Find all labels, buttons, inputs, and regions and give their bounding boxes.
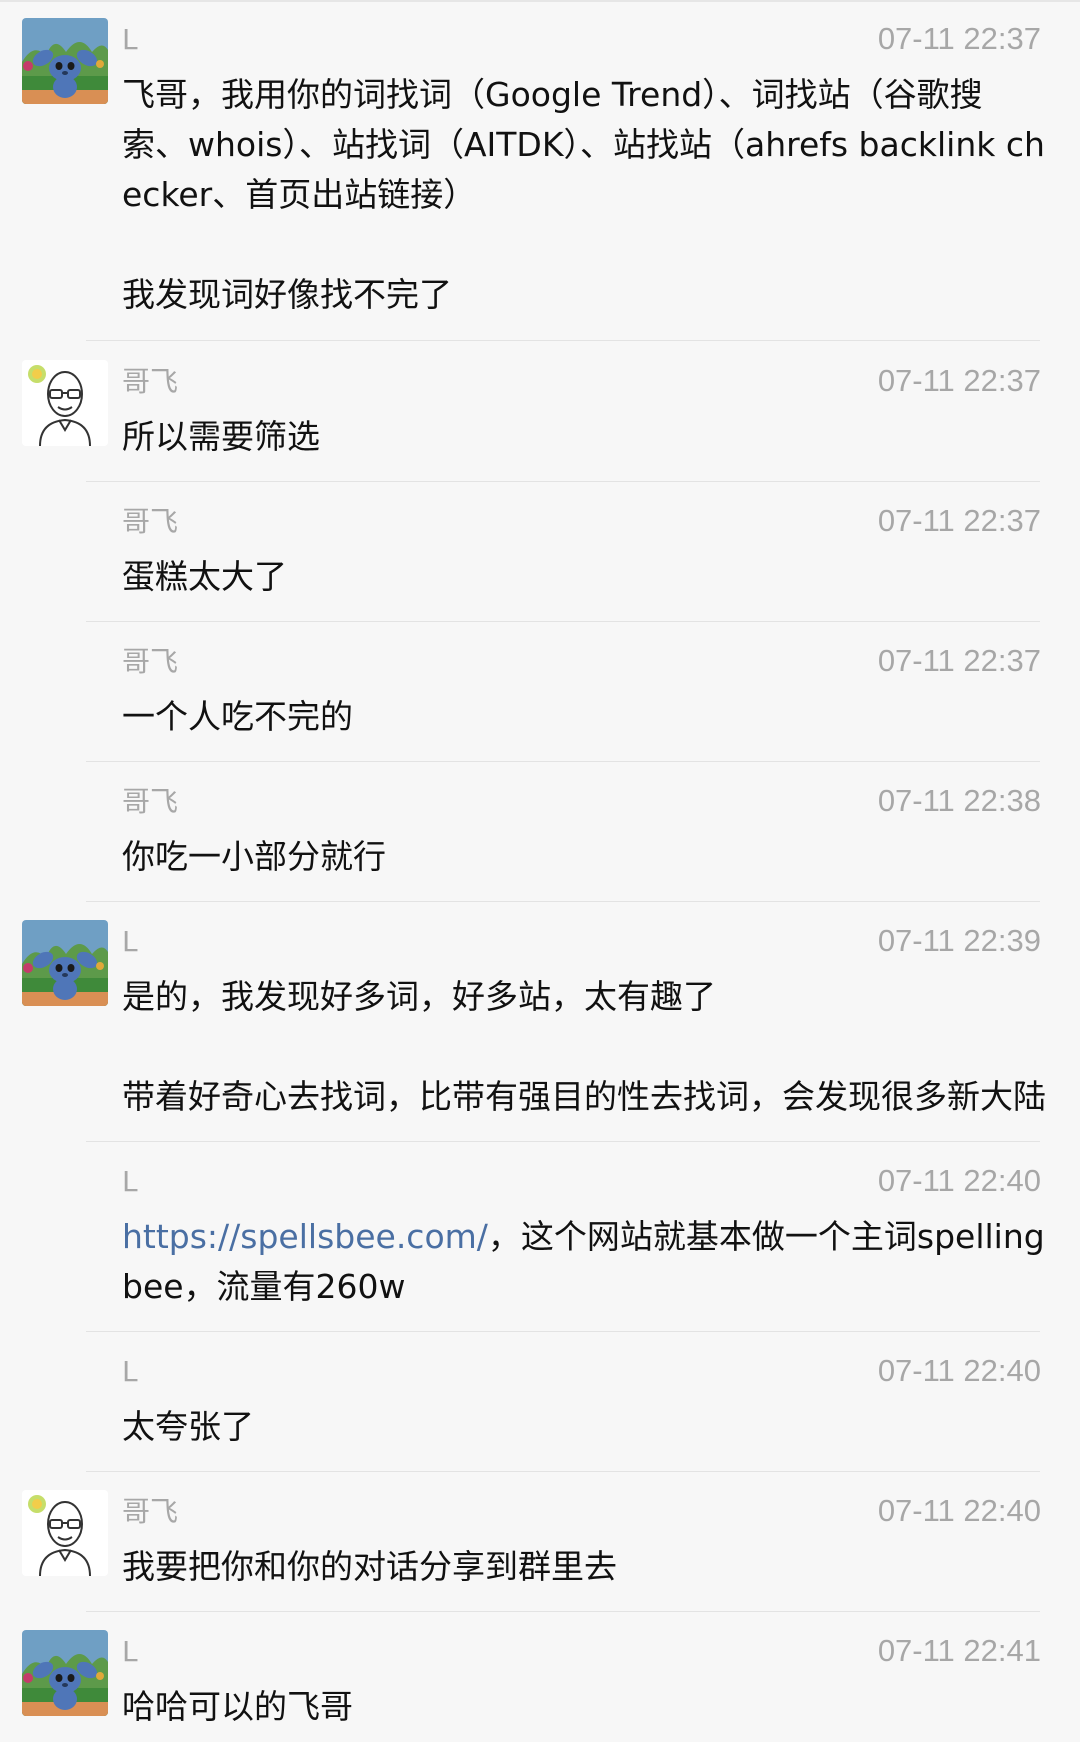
chat-message: 哥飞 07-11 22:37 一个人吃不完的 — [0, 622, 1080, 762]
chat-message: 哥飞 07-11 22:37 蛋糕太大了 — [0, 482, 1080, 622]
stitch-avatar-icon[interactable] — [22, 18, 108, 104]
bald-man-glasses-avatar-icon[interactable] — [22, 1490, 108, 1576]
message-time: 07-11 22:37 — [877, 503, 1041, 538]
message-time: 07-11 22:38 — [877, 783, 1041, 818]
chat-message: 哥飞 07-11 22:40 我要把你和你的对话分享到群里去 — [0, 1472, 1080, 1612]
chat-message: L 07-11 22:41 哈哈可以的飞哥 — [0, 1612, 1080, 1742]
message-text: 哈哈可以的飞哥 — [122, 1687, 353, 1726]
message-text: 你吃一小部分就行 — [122, 837, 386, 876]
stitch-avatar-icon[interactable] — [22, 920, 108, 1006]
message-time: 07-11 22:40 — [877, 1163, 1041, 1198]
message-time: 07-11 22:37 — [877, 643, 1041, 678]
sender-name: 哥飞 — [122, 645, 179, 678]
message-text: 蛋糕太大了 — [122, 557, 287, 596]
message-text: 所以需要筛选 — [122, 417, 320, 456]
sender-name: L — [122, 1165, 138, 1198]
sender-name: 哥飞 — [122, 1495, 179, 1528]
sender-name: 哥飞 — [122, 785, 179, 818]
stitch-avatar-icon[interactable] — [22, 1630, 108, 1716]
sender-name: L — [122, 1355, 138, 1388]
chat-message: 哥飞 07-11 22:38 你吃一小部分就行 — [0, 762, 1080, 902]
message-text: 飞哥，我用你的词找词（Google Trend）、词找站（谷歌搜索、whois）… — [122, 75, 1045, 314]
sender-name: 哥飞 — [122, 365, 179, 398]
chat-message: L 07-11 22:40 太夸张了 — [0, 1332, 1080, 1472]
message-time: 07-11 22:37 — [877, 363, 1041, 398]
message-text: https://spellsbee.com/，这个网站就基本做一个主词spell… — [122, 1212, 1047, 1312]
message-time: 07-11 22:41 — [877, 1633, 1041, 1668]
chat-message: L 07-11 22:37 飞哥，我用你的词找词（Google Trend）、词… — [0, 0, 1080, 342]
message-time: 07-11 22:40 — [877, 1353, 1041, 1388]
chat-message: L 07-11 22:39 是的，我发现好多词，好多站，太有趣了 带着好奇心去找… — [0, 902, 1080, 1142]
message-divider — [86, 340, 1040, 341]
chat-message: 哥飞 07-11 22:37 所以需要筛选 — [0, 342, 1080, 482]
message-time: 07-11 22:40 — [877, 1493, 1041, 1528]
chat-message-list: L 07-11 22:37 飞哥，我用你的词找词（Google Trend）、词… — [0, 0, 1080, 1742]
message-text: 是的，我发现好多词，好多站，太有趣了 带着好奇心去找词，比带有强目的性去找词，会… — [122, 977, 1046, 1116]
message-text: 一个人吃不完的 — [122, 697, 353, 736]
message-time: 07-11 22:39 — [877, 923, 1041, 958]
bald-man-glasses-avatar-icon[interactable] — [22, 360, 108, 446]
sender-name: L — [122, 23, 138, 56]
message-time: 07-11 22:37 — [877, 21, 1041, 56]
sender-name: L — [122, 925, 138, 958]
message-text: 太夸张了 — [122, 1407, 254, 1446]
sender-name: 哥飞 — [122, 505, 179, 538]
message-text: 我要把你和你的对话分享到群里去 — [122, 1547, 617, 1586]
chat-message: L 07-11 22:40 https://spellsbee.com/，这个网… — [0, 1142, 1080, 1332]
message-link[interactable]: https://spellsbee.com/ — [122, 1217, 488, 1256]
sender-name: L — [122, 1635, 138, 1668]
